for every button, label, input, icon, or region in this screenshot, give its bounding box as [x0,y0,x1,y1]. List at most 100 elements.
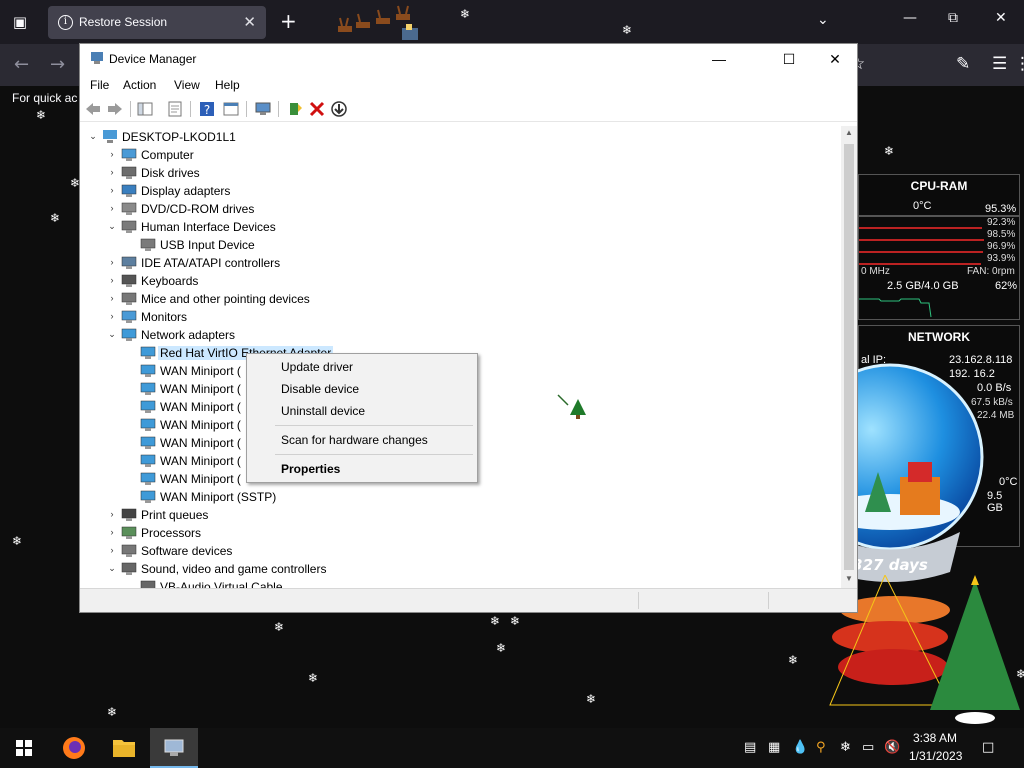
menu-item-scan-hardware[interactable]: Scan for hardware changes [281,433,428,447]
snowflake-icon: ❄ [274,620,285,634]
menu-hamburger-icon[interactable]: ☰ [992,54,1007,74]
expand-chevron-icon[interactable]: › [107,256,117,268]
cpu-core-3: 96.9% [987,241,1016,252]
tray-search-icon[interactable]: ⚲ [816,740,826,755]
help-icon[interactable]: ? [198,100,216,118]
browser-close-icon[interactable]: ✕ [995,10,1007,26]
close-icon[interactable]: ✕ [812,48,858,70]
menu-file[interactable]: File [90,78,109,92]
menu-action[interactable]: Action [123,78,156,92]
device-label: Keyboards [141,274,199,288]
cpu-core-1-bar [859,227,982,229]
device-label: Sound, video and game controllers [141,562,327,576]
network-icon [140,364,156,377]
extensions-icon[interactable]: ✎ [956,54,970,74]
ram-usage: 2.5 GB/4.0 GB [887,280,959,292]
monitor-icon [121,148,137,161]
clock-time[interactable]: 3:38 AM [913,731,957,745]
expand-chevron-icon[interactable]: › [107,508,117,520]
properties-sheet-icon[interactable] [166,100,184,118]
more-vert-icon[interactable]: ⋮ [1014,54,1024,74]
window-title: Device Manager [109,52,197,66]
tray-volume-muted-icon[interactable]: 🔇 [884,740,900,755]
expand-chevron-icon[interactable]: › [107,166,117,178]
title-bar[interactable]: Device Manager — ☐ ✕ [80,44,857,74]
collapse-chevron-icon[interactable]: ⌄ [107,220,117,232]
tab-close-icon[interactable]: ✕ [243,13,256,31]
menu-item-update-driver[interactable]: Update driver [281,360,353,374]
device-label: WAN Miniport ( [160,472,241,486]
browser-tab-restore-session[interactable]: i Restore Session ✕ [48,6,266,39]
collapse-chevron-icon[interactable]: ⌄ [88,130,98,142]
snowflake-icon: ❄ [1016,667,1024,681]
scroll-up-icon[interactable]: ▲ [841,128,857,137]
download-driver-icon[interactable] [330,100,348,118]
cpu-freq: 0 MHz [861,266,890,277]
notifications-icon[interactable]: □ [982,740,994,755]
menu-view[interactable]: View [174,78,200,92]
scroll-down-icon[interactable]: ▼ [841,574,857,583]
scroll-thumb[interactable] [844,144,854,570]
menu-item-properties[interactable]: Properties [281,462,340,476]
expand-chevron-icon[interactable]: › [107,544,117,556]
dvd-icon [121,202,137,215]
countdown-days: 327 days [852,556,928,574]
back-arrow-icon[interactable]: ← [14,54,29,75]
browser-restore-icon[interactable]: ⧉ [948,10,958,26]
tray-drop-icon[interactable]: 💧 [792,740,808,755]
expand-chevron-icon[interactable]: › [107,274,117,286]
tray-network-icon[interactable]: ▭ [862,740,874,755]
tray-network-alert-icon[interactable]: ▦ [768,740,780,755]
maximize-icon[interactable]: ☐ [766,48,812,70]
ide-icon [121,256,137,269]
menu-bar: File Action View Help [80,74,857,96]
update-driver-icon[interactable] [286,100,304,118]
collapse-chevron-icon[interactable]: ⌄ [107,328,117,340]
device-manager-taskbar-icon[interactable] [150,728,198,768]
start-windows-icon[interactable] [0,728,48,768]
snowflake-icon: ❄ [50,211,61,225]
snowflake-icon: ❄ [490,614,501,628]
vertical-scrollbar[interactable]: ▲ ▼ [841,126,857,588]
cpu-core-4: 93.9% [987,253,1016,264]
device-manager-icon [91,52,103,64]
new-tab-icon[interactable]: + [280,9,297,33]
expand-chevron-icon[interactable]: › [107,184,117,196]
collapse-chevron-icon[interactable]: ⌄ [107,562,117,574]
tray-snowflake-icon[interactable]: ❄ [840,740,851,755]
cpu-core-2: 98.5% [987,229,1016,240]
device-label: WAN Miniport ( [160,400,241,414]
back-arrow-icon[interactable] [84,100,102,118]
scan-hardware-icon[interactable] [254,100,272,118]
minimize-icon[interactable]: — [696,48,742,70]
forward-arrow-icon[interactable] [106,100,124,118]
expand-chevron-icon[interactable]: › [107,292,117,304]
expand-chevron-icon[interactable]: › [107,148,117,160]
software-icon [121,544,137,557]
menu-separator [275,454,473,455]
keyboard-icon [121,274,137,287]
forward-arrow-icon[interactable]: → [50,54,65,75]
tabs-overflow-chevron-icon[interactable]: ⌄ [817,12,829,28]
clock-date[interactable]: 1/31/2023 [909,749,962,763]
file-explorer-icon[interactable] [100,728,148,768]
expand-chevron-icon[interactable]: › [107,526,117,538]
menu-item-uninstall-device[interactable]: Uninstall device [281,404,365,418]
expand-chevron-icon[interactable]: › [107,310,117,322]
network-widget-title: NETWORK [908,330,970,344]
device-label: Monitors [141,310,188,324]
firefox-icon[interactable] [50,728,98,768]
list-all-tabs-icon[interactable]: ▣ [8,10,32,34]
menu-item-disable-device[interactable]: Disable device [281,382,359,396]
view-icon[interactable] [222,100,240,118]
menu-help[interactable]: Help [215,78,240,92]
cpu-fan: FAN: 0rpm [967,266,1015,277]
expand-chevron-icon[interactable]: › [107,202,117,214]
uninstall-device-icon[interactable] [308,100,326,118]
show-hide-tree-icon[interactable] [136,100,154,118]
christmas-tree-cursor-icon [557,394,586,419]
browser-tab-bar: ▣ i Restore Session ✕ + ⌄ — ⧉ ✕ [0,0,1024,44]
device-label: WAN Miniport ( [160,364,241,378]
tray-monitor-icon[interactable]: ▤ [744,740,756,755]
browser-minimize-icon[interactable]: — [903,10,917,26]
